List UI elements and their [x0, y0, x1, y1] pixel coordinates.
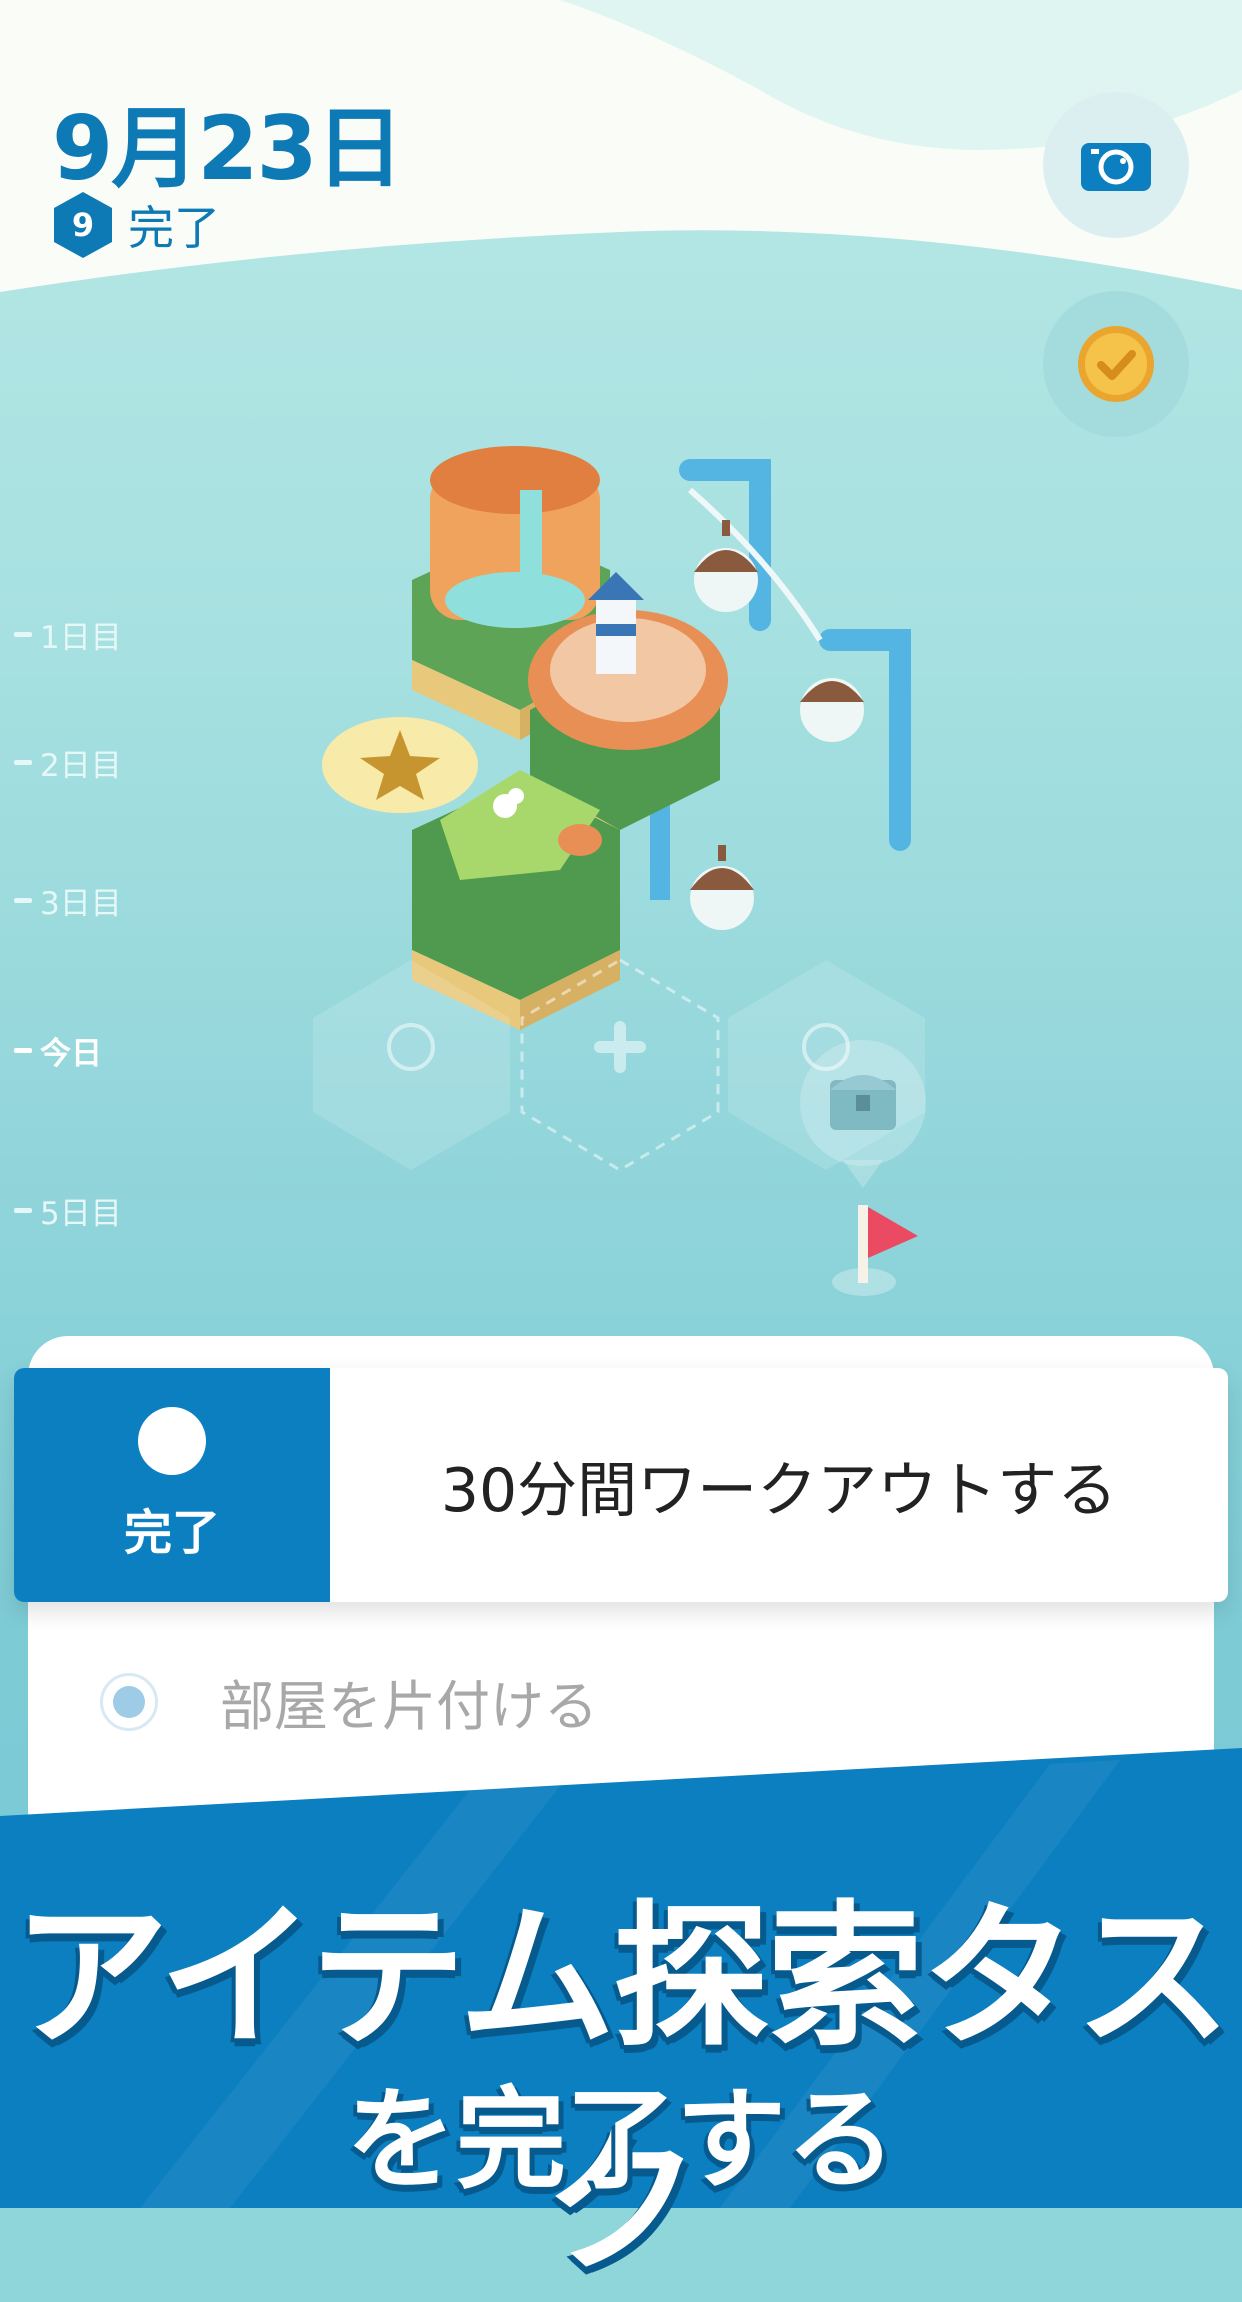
timeline-day-1[interactable]: 1日目: [14, 612, 122, 657]
completed-label: 完了: [128, 201, 220, 255]
complete-task-button[interactable]: 完了: [14, 1368, 330, 1602]
task-radio-button[interactable]: [100, 1672, 158, 1731]
timeline-tick: [14, 898, 32, 903]
completed-count-badge: 9: [52, 190, 114, 260]
timeline-label: 3日目: [40, 886, 122, 922]
current-task-card[interactable]: 完了 30分間ワークアウトする: [14, 1368, 1228, 1602]
goal-flag-icon: [832, 1205, 918, 1296]
complete-circle-icon: [138, 1407, 206, 1475]
check-coin-icon: [1078, 326, 1154, 402]
completed-summary: 9 完了: [52, 190, 220, 260]
timeline-tick: [14, 1048, 32, 1053]
acorn-lantern-3: [690, 845, 754, 930]
completed-list-button[interactable]: [1043, 291, 1189, 437]
acorn-lantern-2: [800, 678, 864, 742]
day-timeline: 1日目 2日目 3日目 今日 5日目: [14, 600, 164, 1300]
timeline-day-5[interactable]: 5日目: [14, 1188, 122, 1233]
timeline-today[interactable]: 今日: [14, 1028, 102, 1073]
timeline-label: 今日: [40, 1036, 102, 1072]
camera-icon: [1081, 143, 1151, 191]
acorn-lantern-1: [694, 520, 758, 612]
timeline-day-2[interactable]: 2日目: [14, 740, 122, 785]
date-title: 9月23日: [52, 97, 404, 200]
timeline-label: 1日目: [40, 620, 122, 656]
completed-count: 9: [71, 206, 95, 244]
timeline-tick: [14, 632, 32, 637]
radio-dot: [113, 1685, 145, 1718]
complete-button-label: 完了: [123, 1505, 220, 1561]
camera-button[interactable]: [1043, 92, 1189, 238]
current-task-text: 30分間ワークアウトする: [440, 1455, 1118, 1526]
promo-subheadline: を完了する: [346, 2076, 896, 2204]
timeline-tick: [14, 1208, 32, 1213]
island-scene: [313, 446, 926, 1296]
timeline-day-3[interactable]: 3日目: [14, 878, 122, 923]
next-task-item[interactable]: 部屋を片付ける: [100, 1662, 598, 1741]
next-task-text: 部屋を片付ける: [220, 1675, 598, 1738]
timeline-tick: [14, 760, 32, 765]
timeline-label: 2日目: [40, 748, 122, 784]
treasure-chest-icon[interactable]: [800, 1040, 926, 1188]
starfish-tile: [322, 717, 478, 813]
timeline-label: 5日目: [40, 1196, 122, 1232]
